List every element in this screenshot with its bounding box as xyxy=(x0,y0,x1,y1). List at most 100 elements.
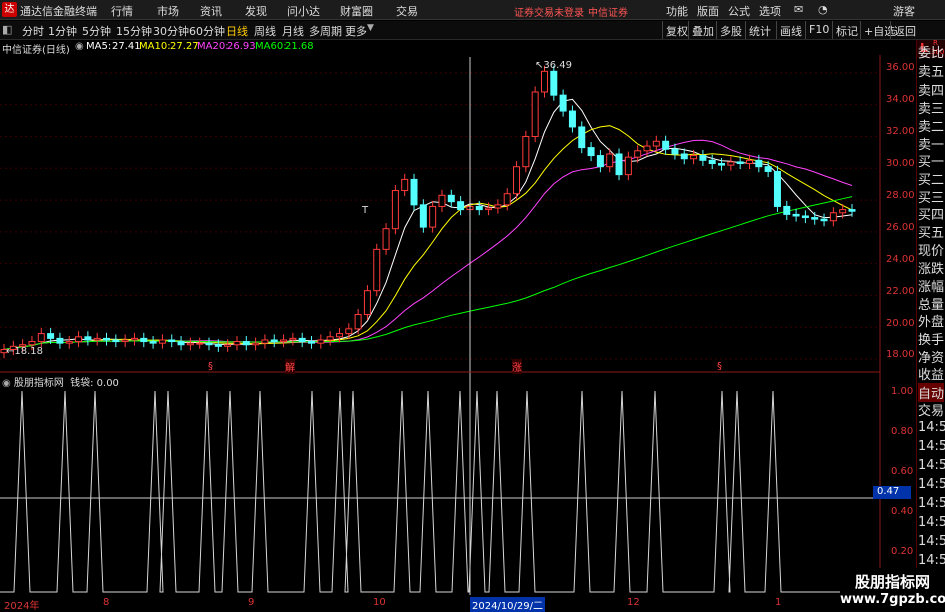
tf-weekly[interactable]: 周线 xyxy=(254,23,276,39)
quote-field-label: 14:5 xyxy=(918,477,945,492)
candle-body xyxy=(140,337,148,343)
candle-body xyxy=(559,94,567,112)
menu-jiaoyi[interactable]: 交易 xyxy=(396,3,418,19)
candle-body xyxy=(587,147,595,157)
candle-body xyxy=(447,194,455,203)
event-mark[interactable]: § xyxy=(717,361,722,372)
menu-gongshi[interactable]: 公式 xyxy=(728,3,750,19)
candle-body xyxy=(363,290,371,316)
event-mark[interactable]: 解 xyxy=(285,359,295,374)
candle-body xyxy=(783,205,791,215)
low-price-label: ←18.18 xyxy=(6,346,44,357)
candle-body xyxy=(196,342,204,345)
indicator-value-label: 钱袋: 0.00 xyxy=(70,378,119,389)
indicator-tick: 0.40 xyxy=(891,506,914,517)
candle-body xyxy=(121,339,129,343)
quote-field-label: 外盘 xyxy=(918,315,945,330)
ma-toggle-icon[interactable]: ◉ xyxy=(75,41,84,52)
quote-field-label: 14:5 xyxy=(918,553,945,568)
date-axis: 2024年 8 9 10 2024/10/29/二 12 1 xyxy=(0,597,880,612)
candle-body xyxy=(177,341,185,346)
event-mark[interactable]: 涨 xyxy=(512,359,522,374)
menu-hangqing[interactable]: 行情 xyxy=(111,3,133,19)
candle-body xyxy=(205,342,213,346)
candle-body xyxy=(419,204,427,228)
tf-60min[interactable]: 60分钟 xyxy=(189,23,225,39)
quote-field-label: 买一 xyxy=(918,155,945,170)
indicator-tick: 0.20 xyxy=(891,546,914,557)
btn-biaoji[interactable]: 标记 xyxy=(832,21,861,39)
menu-wenxiaoda[interactable]: 问小达 xyxy=(287,3,320,19)
candle-body xyxy=(736,161,744,165)
candle-body xyxy=(168,339,176,343)
indicator-toggle-icon[interactable]: ◉ xyxy=(2,378,11,389)
menu-zixun[interactable]: 资讯 xyxy=(200,3,222,19)
btn-fuquan[interactable]: 复权 xyxy=(662,21,691,39)
menu-gongneng[interactable]: 功能 xyxy=(666,3,688,19)
toggle-panel-icon[interactable]: ◧ xyxy=(2,23,12,36)
quote-field-label: 收益 xyxy=(918,368,945,383)
mail-icon[interactable]: ✉ xyxy=(794,3,803,16)
quote-field-label: 现价 xyxy=(918,244,945,259)
quote-field-label: 买五 xyxy=(918,226,945,241)
user-label[interactable]: 游客 xyxy=(893,3,915,19)
btn-duogu[interactable]: 多股 xyxy=(716,21,745,39)
tf-daily[interactable]: 日线 xyxy=(226,23,248,39)
cursor-date: 2024/10/29/二 xyxy=(470,597,546,612)
candle-body xyxy=(727,161,735,166)
candle-body xyxy=(270,339,278,343)
candle-body xyxy=(438,194,446,207)
menu-xuanxiang[interactable]: 选项 xyxy=(759,3,781,19)
candle-body xyxy=(457,201,465,211)
quote-field-label: 涨幅 xyxy=(918,280,945,295)
login-status[interactable]: 证券交易未登录 xyxy=(514,4,584,19)
candle-body xyxy=(801,215,809,219)
candle-body xyxy=(335,333,343,338)
tf-more[interactable]: 更多 xyxy=(345,23,367,39)
more-chevron-icon[interactable]: ▼ xyxy=(367,23,374,33)
btn-tongji[interactable]: 统计 xyxy=(745,21,774,39)
candle-body xyxy=(280,339,288,343)
candle-body xyxy=(615,153,623,176)
btn-huaxian[interactable]: 画线 xyxy=(776,21,805,39)
date-tick: 10 xyxy=(373,597,386,608)
menu-faxian[interactable]: 发现 xyxy=(245,3,267,19)
stock-name[interactable]: 中信证券(日线) xyxy=(2,41,70,56)
candle-body xyxy=(494,204,502,209)
tf-15min[interactable]: 15分钟 xyxy=(116,23,152,39)
app-logo-icon: 达 xyxy=(2,2,17,17)
date-tick: 9 xyxy=(248,597,255,608)
event-mark[interactable]: § xyxy=(208,361,213,372)
candle-body xyxy=(224,344,232,347)
candle-body xyxy=(568,110,576,128)
btn-f10[interactable]: F10 xyxy=(805,21,832,39)
candle-body xyxy=(373,248,381,292)
candle-body xyxy=(643,145,651,152)
tf-5min[interactable]: 5分钟 xyxy=(82,23,111,39)
candle-body xyxy=(149,341,157,344)
bell-icon[interactable]: ◔ xyxy=(818,3,828,16)
btn-diejia[interactable]: 叠加 xyxy=(688,21,717,39)
quote-field-label[interactable]: 交易 xyxy=(918,400,944,419)
menu-shichang[interactable]: 市场 xyxy=(157,3,179,19)
menu-banmian[interactable]: 版面 xyxy=(697,3,719,19)
ma60-label: MA60: xyxy=(255,41,287,52)
candle-body xyxy=(708,159,716,165)
candle-body xyxy=(56,337,64,344)
btn-fanhui[interactable]: 返回 xyxy=(890,21,919,39)
tf-1min[interactable]: 1分钟 xyxy=(48,23,77,39)
candle-body xyxy=(671,148,679,155)
candle-body xyxy=(289,337,297,341)
price-tick: 22.00 xyxy=(886,286,915,297)
chart-canvas[interactable] xyxy=(0,55,916,609)
ma10-value: 27.27 xyxy=(170,41,199,52)
menu-caifuquan[interactable]: 财富圈 xyxy=(340,3,373,19)
candle-body xyxy=(429,205,437,228)
tf-monthly[interactable]: 月线 xyxy=(282,23,304,39)
candle-body xyxy=(401,178,409,192)
quote-field-label: 卖五 xyxy=(918,65,945,80)
tf-30min[interactable]: 30分钟 xyxy=(153,23,189,39)
indicator-name[interactable]: 股朋指标网 xyxy=(14,378,64,389)
tf-multi[interactable]: 多周期 xyxy=(309,23,342,39)
tf-fenshi[interactable]: 分时 xyxy=(22,23,44,39)
